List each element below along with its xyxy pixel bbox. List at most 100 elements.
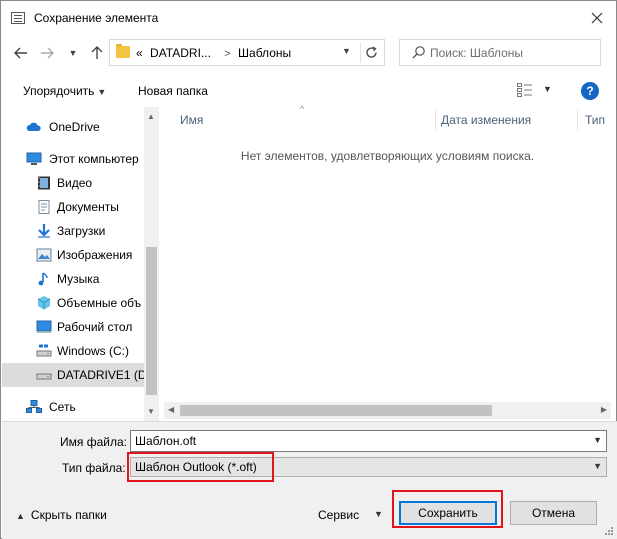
cloud-icon [26, 122, 41, 131]
nav-item-label: Рабочий стол [57, 320, 133, 334]
nav-item-music[interactable]: Музыка [2, 267, 145, 291]
empty-message: Нет элементов, удовлетворяющих условиям … [240, 149, 535, 163]
nav-item-label: Музыка [57, 272, 100, 286]
resize-grip-icon[interactable] [604, 526, 614, 536]
pictures-icon [36, 248, 52, 262]
nav-item-desktop[interactable]: Рабочий стол [2, 315, 145, 339]
scroll-down-icon[interactable]: ▼ [147, 407, 155, 416]
nav-item-downloads[interactable]: Загрузки [2, 219, 145, 243]
file-list: ^ Имя Дата изменения Тип Нет элементов, … [164, 104, 611, 421]
back-button[interactable] [11, 43, 31, 63]
nav-item-drive-c[interactable]: Windows (C:) [2, 339, 145, 363]
video-icon [38, 176, 50, 190]
drive-icon [36, 373, 52, 380]
nav-item-onedrive[interactable]: OneDrive [2, 115, 145, 139]
folder-icon [116, 44, 130, 58]
chevron-down-icon: ▼ [374, 509, 383, 519]
column-name[interactable]: Имя [180, 113, 203, 127]
view-options-button[interactable]: ▼ [517, 83, 557, 99]
nav-item-label: Windows (C:) [57, 344, 130, 358]
refresh-button[interactable] [360, 42, 382, 63]
save-form: Имя файла: ▼ Тип файла: Шаблон Outlook (… [2, 421, 617, 539]
nav-item-label: Этот компьютер [49, 152, 139, 166]
nav-item-pictures[interactable]: Изображения [2, 243, 145, 267]
documents-icon [38, 200, 50, 214]
sort-caret-icon: ^ [300, 104, 305, 114]
address-bar[interactable]: « DATADRI... > Шаблоны ▼ [109, 39, 385, 66]
navigation-scrollbar[interactable]: ▲ ▼ [144, 107, 159, 421]
hide-folders-button[interactable]: ▲ Скрыть папки [16, 508, 107, 522]
nav-item-3d-objects[interactable]: Объемные объ [2, 291, 145, 315]
close-button[interactable] [586, 7, 608, 29]
forward-button[interactable] [37, 43, 57, 63]
dialog-title: Сохранение элемента [34, 11, 159, 25]
nav-item-this-pc[interactable]: Этот компьютер [2, 147, 145, 171]
close-icon [591, 12, 603, 24]
arrow-right-icon [41, 47, 54, 59]
chevron-down-icon: ▼ [342, 46, 351, 56]
save-button[interactable]: Сохранить [399, 501, 497, 525]
nav-item-video[interactable]: Видео [2, 171, 145, 195]
filename-combobox[interactable]: ▼ [130, 430, 607, 452]
scroll-right-icon[interactable]: ▶ [601, 405, 607, 414]
scrollbar-thumb[interactable] [146, 247, 157, 395]
search-box[interactable] [399, 39, 601, 66]
desktop-icon [36, 320, 52, 333]
breadcrumb-overflow[interactable]: « [136, 46, 143, 60]
navigation-bar: ▼ « DATADRI... > Шаблоны ▼ [1, 35, 616, 73]
chevron-down-icon[interactable]: ▼ [593, 435, 602, 445]
nav-item-label: Документы [57, 200, 119, 214]
nav-item-label: Видео [57, 176, 93, 190]
tools-label: Сервис [318, 508, 360, 522]
arrow-up-icon [91, 46, 103, 59]
search-icon [412, 46, 425, 59]
hide-folders-label: Скрыть папки [30, 508, 107, 522]
nav-item-label: Объемные объ [57, 296, 142, 310]
tools-button[interactable]: Сервис ▼ [318, 504, 386, 526]
3d-objects-icon [37, 296, 51, 310]
nav-item-documents[interactable]: Документы [2, 195, 145, 219]
navigation-pane: OneDrive Этот компьютер Видео Документы … [2, 107, 160, 421]
nav-item-label: DATADRIVE1 (D:) [57, 368, 154, 382]
nav-item-drive-d[interactable]: DATADRIVE1 (D:) [2, 363, 154, 387]
recent-locations-button[interactable]: ▼ [63, 43, 83, 63]
title-bar: Сохранение элемента [1, 1, 616, 35]
refresh-icon [366, 46, 377, 58]
nav-item-network[interactable]: Сеть [2, 395, 145, 419]
up-button[interactable] [87, 43, 107, 63]
column-type[interactable]: Тип [585, 113, 605, 127]
breadcrumb-item-templates[interactable]: Шаблоны [238, 46, 291, 60]
nav-item-label: Загрузки [57, 224, 106, 238]
save-dialog: Сохранение элемента ▼ « DATADRI... > Шаб… [0, 0, 617, 539]
download-icon [38, 224, 50, 238]
dialog-icon [11, 12, 25, 24]
details-view-icon [517, 83, 532, 97]
drive-icon [36, 344, 52, 357]
cancel-button[interactable]: Отмена [510, 501, 597, 525]
scroll-up-icon[interactable]: ▲ [147, 112, 155, 121]
chevron-down-icon: ▼ [68, 48, 78, 58]
chevron-down-icon: ▼ [543, 84, 552, 94]
organize-label: Упорядочить [23, 84, 95, 98]
filetype-select[interactable]: Шаблон Outlook (*.oft) ▼ [130, 457, 607, 477]
filename-input[interactable] [135, 433, 585, 449]
column-header: ^ Имя Дата изменения Тип [164, 104, 611, 133]
scroll-left-icon[interactable]: ◀ [168, 405, 174, 414]
address-dropdown-button[interactable]: ▼ [342, 46, 351, 56]
organize-button[interactable]: Упорядочить ▼ [23, 84, 106, 98]
breadcrumb-item-drive[interactable]: DATADRI... [150, 46, 211, 60]
horizontal-scrollbar[interactable]: ◀ ▶ [164, 402, 611, 419]
nav-item-label: OneDrive [49, 120, 100, 134]
chevron-down-icon: ▼ [593, 461, 602, 471]
breadcrumb: « DATADRI... > Шаблоны [136, 46, 295, 60]
chevron-right-icon[interactable]: > [224, 48, 230, 60]
column-date-modified[interactable]: Дата изменения [441, 113, 531, 127]
scrollbar-thumb[interactable] [180, 405, 492, 416]
search-input[interactable] [430, 44, 595, 62]
column-divider[interactable] [577, 109, 578, 131]
column-divider[interactable] [435, 109, 436, 131]
computer-icon [26, 152, 42, 165]
help-button[interactable]: ? [581, 82, 599, 100]
new-folder-button[interactable]: Новая папка [138, 84, 208, 98]
chevron-down-icon: ▼ [97, 87, 107, 97]
